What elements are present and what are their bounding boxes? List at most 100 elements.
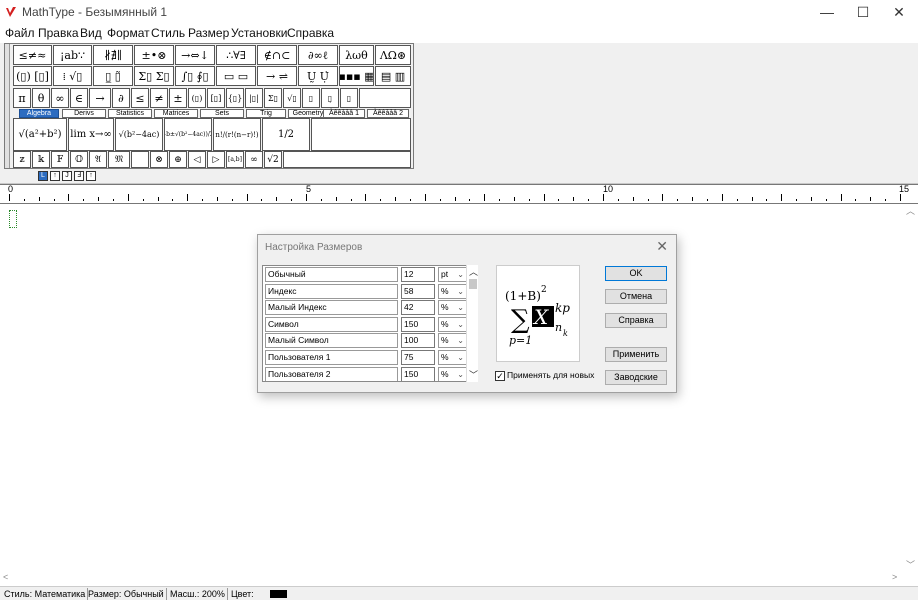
- tab-algebra[interactable]: Algebra: [19, 109, 59, 118]
- sqrt-button[interactable]: √▯: [283, 88, 301, 108]
- greek-upper-palette-button[interactable]: ΛΩ⊛: [375, 45, 411, 65]
- template-limit[interactable]: lim x→∞: [68, 118, 114, 151]
- tab-custom-1[interactable]: Àêêååâ 1: [323, 109, 365, 118]
- apply-new-checkbox[interactable]: ✓: [495, 370, 505, 381]
- infinity-button-2[interactable]: ∞: [245, 151, 263, 168]
- labeled-arrows-palette-button[interactable]: → ⇌: [257, 66, 297, 86]
- menu-edit[interactable]: Правка: [38, 26, 79, 40]
- right-triangle-button[interactable]: ▷: [207, 151, 225, 168]
- size-value-input[interactable]: 150: [401, 316, 435, 332]
- maximize-button[interactable]: ☐: [846, 0, 880, 24]
- arrows-palette-button[interactable]: →⇔↓: [175, 45, 215, 65]
- dialog-close-icon[interactable]: ✕: [656, 238, 668, 255]
- size-value-input[interactable]: 58: [401, 283, 435, 299]
- less-equal-button[interactable]: ≤: [131, 88, 149, 108]
- tab-trig[interactable]: Trig: [246, 109, 286, 118]
- subsuper-button[interactable]: ▯: [340, 88, 358, 108]
- template-discriminant[interactable]: √(b²−4ac): [115, 118, 163, 151]
- superscript-button[interactable]: ▯: [302, 88, 320, 108]
- help-button[interactable]: Справка: [605, 313, 667, 328]
- products-palette-button[interactable]: Ṵ Ụ̇: [298, 66, 338, 86]
- fraktur-a-button[interactable]: 𝔄: [89, 151, 107, 168]
- list-scroll-up-icon[interactable]: ︿: [469, 265, 478, 278]
- braces-button[interactable]: {▯}: [226, 88, 244, 108]
- list-scroll-down-icon[interactable]: ﹀: [469, 368, 478, 381]
- menu-format[interactable]: Формат: [107, 26, 150, 40]
- size-list-scrollbar[interactable]: ︿ ﹀: [466, 265, 478, 382]
- template-combination[interactable]: n!/(r!(n−r)!): [213, 118, 261, 151]
- template-pythagoras[interactable]: √(a²+b²): [13, 118, 67, 151]
- logic-palette-button[interactable]: ∴∀∃: [216, 45, 256, 65]
- right-tab-tool[interactable]: J: [62, 171, 72, 181]
- not-equal-button[interactable]: ≠: [150, 88, 168, 108]
- menu-size[interactable]: Размер: [188, 26, 229, 40]
- underbars-palette-button[interactable]: ▭ ▭: [216, 66, 256, 86]
- boxes-palette-button[interactable]: ▤ ▥: [375, 66, 411, 86]
- oplus-button[interactable]: ⊕: [169, 151, 187, 168]
- sqrt2-button[interactable]: √2: [264, 151, 282, 168]
- infinity-button[interactable]: ∞: [51, 88, 69, 108]
- summation-button[interactable]: Σ▯: [264, 88, 282, 108]
- fraktur-m-button[interactable]: 𝔐: [108, 151, 130, 168]
- vertical-scrollbar[interactable]: ︿ ﹀: [904, 204, 918, 572]
- center-tab-tool[interactable]: ↑: [50, 171, 60, 181]
- theta-button[interactable]: θ: [32, 88, 50, 108]
- abs-button[interactable]: |▯|: [245, 88, 263, 108]
- relations-palette-button[interactable]: ≤≠≈: [13, 45, 52, 65]
- size-unit-select[interactable]: % ⌄: [438, 366, 468, 381]
- size-unit-select[interactable]: pt ⌄: [438, 267, 468, 282]
- size-value-input[interactable]: 42: [401, 300, 435, 316]
- subscript-button[interactable]: ▯̣: [321, 88, 339, 108]
- menu-help[interactable]: Справка: [287, 26, 334, 40]
- tab-statistics[interactable]: Statistics: [108, 109, 152, 118]
- tab-geometry[interactable]: Geometry: [288, 109, 328, 118]
- size-unit-select[interactable]: % ⌄: [438, 333, 468, 349]
- list-scroll-thumb[interactable]: [469, 279, 477, 289]
- factory-defaults-button[interactable]: Заводские: [605, 370, 667, 385]
- tab-custom-2[interactable]: Àêêååâ 2: [367, 109, 409, 118]
- misc-palette-button[interactable]: ∂∞ℓ: [298, 45, 338, 65]
- blackboard-f-button[interactable]: 𝔽: [51, 151, 69, 168]
- tab-matrices[interactable]: Matrices: [154, 109, 198, 118]
- scroll-down-icon[interactable]: ﹀: [906, 558, 915, 571]
- matrices-palette-button[interactable]: ▪▪▪ ▦: [339, 66, 374, 86]
- sets-palette-button[interactable]: ∉∩⊂: [257, 45, 297, 65]
- apply-new-checkbox-row[interactable]: ✓ Применять для новых: [495, 370, 594, 381]
- spaces-palette-button[interactable]: ¡ab∵: [53, 45, 92, 65]
- scroll-right-icon[interactable]: >: [892, 572, 897, 582]
- tab-sets[interactable]: Sets: [200, 109, 244, 118]
- cancel-button[interactable]: Отмена: [605, 289, 667, 304]
- fractions-palette-button[interactable]: ⁞ √▯: [53, 66, 92, 86]
- right-arrow-button[interactable]: →: [89, 88, 111, 108]
- decimal-tab-tool[interactable]: ↑: [86, 171, 96, 181]
- sums-palette-button[interactable]: Σ▯ Σ▯: [134, 66, 174, 86]
- size-value-input[interactable]: 150: [401, 366, 435, 381]
- menu-style[interactable]: Стиль: [151, 26, 185, 40]
- size-value-input[interactable]: 100: [401, 333, 435, 349]
- tab-derivs[interactable]: Derivs: [62, 109, 106, 118]
- brackets-button[interactable]: [▯]: [207, 88, 225, 108]
- blackboard-o-button[interactable]: 𝕆: [70, 151, 88, 168]
- pi-button[interactable]: π: [13, 88, 31, 108]
- minimize-button[interactable]: —: [810, 0, 844, 24]
- blackboard-z-button[interactable]: 𝕫: [13, 151, 31, 168]
- size-unit-select[interactable]: % ⌄: [438, 350, 468, 365]
- element-of-button[interactable]: ∈: [70, 88, 88, 108]
- left-triangle-button[interactable]: ◁: [188, 151, 206, 168]
- size-value-input[interactable]: 12: [401, 267, 435, 282]
- horizontal-scrollbar[interactable]: < >: [0, 572, 904, 585]
- scroll-left-icon[interactable]: <: [3, 572, 8, 582]
- size-unit-select[interactable]: % ⌄: [438, 283, 468, 299]
- blackboard-k-button[interactable]: 𝕜: [32, 151, 50, 168]
- template-half[interactable]: 1/2: [262, 118, 310, 151]
- operators-palette-button[interactable]: ±•⊗: [134, 45, 174, 65]
- size-unit-select[interactable]: % ⌄: [438, 316, 468, 332]
- parentheses-button[interactable]: (▯): [188, 88, 206, 108]
- apply-button[interactable]: Применить: [605, 347, 667, 362]
- embellishments-palette-button[interactable]: ∦∄∥: [93, 45, 133, 65]
- size-value-input[interactable]: 75: [401, 350, 435, 365]
- subscripts-palette-button[interactable]: ▯̲ ▯̃: [93, 66, 133, 86]
- fences-palette-button[interactable]: (▯) [▯]: [13, 66, 52, 86]
- palette-grip[interactable]: [5, 44, 10, 168]
- partial-button[interactable]: ∂: [112, 88, 130, 108]
